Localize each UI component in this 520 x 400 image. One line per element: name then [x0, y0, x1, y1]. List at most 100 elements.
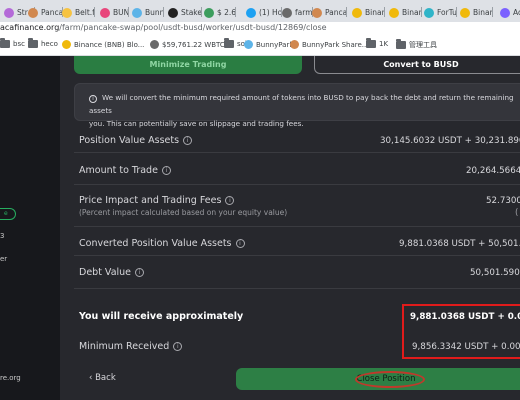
sidebar: e 3 er re.org: [0, 56, 60, 400]
browser-tab[interactable]: Binar: [348, 4, 385, 21]
tab-separator: [235, 7, 237, 17]
bookmark-label: $59,761.22 WBTC...: [162, 40, 232, 49]
tab-favicon-icon: [62, 7, 72, 18]
converted-value-value: 9,881.0368 USDT + 50,501.5901: [399, 239, 520, 249]
tab-label: Belt.f: [75, 8, 95, 17]
url-host: acafinance.org: [0, 23, 60, 32]
price-impact-subtext: (Percent impact calculated based on your…: [79, 208, 288, 217]
bookmark-item[interactable]: $59,761.22 WBTC...: [150, 40, 231, 49]
browser-tab[interactable]: Panca: [308, 4, 348, 21]
browser-tab[interactable]: Belt.f: [58, 4, 95, 21]
bookmark-item[interactable]: bsc: [0, 38, 25, 48]
info-icon[interactable]: i: [225, 196, 235, 205]
browser-tab[interactable]: $ 2.6: [200, 4, 237, 21]
browser-tab[interactable]: Stake: [164, 4, 202, 21]
browser-tab[interactable]: Bunn: [128, 4, 165, 21]
bookmark-label: BunnyPark Share...: [302, 40, 369, 49]
tab-label: Binar: [365, 8, 385, 17]
tab-separator: [491, 7, 493, 17]
tab-favicon-icon: [282, 7, 292, 18]
tab-favicon-icon: [460, 7, 470, 18]
tab-label: Stake: [181, 8, 202, 17]
browser-tab[interactable]: (1) Ho: [242, 4, 283, 21]
amount-to-trade-label: Amount to Trade i: [79, 165, 171, 176]
tab-favicon-icon: [4, 7, 14, 18]
tab-label: Bunn: [145, 8, 165, 17]
info-icon[interactable]: i: [173, 342, 183, 351]
url-text[interactable]: acafinance.org/farm/pancake-swap/pool/us…: [0, 23, 327, 32]
tab-separator: [93, 7, 95, 17]
bookmark-item[interactable]: Binance (BNB) Blo...: [62, 40, 144, 49]
bookmark-item[interactable]: 1K: [366, 38, 389, 48]
minimum-received-label: Minimum Received i: [79, 341, 183, 352]
bookmark-item[interactable]: 管理工具: [396, 39, 437, 50]
debt-value-value: 50,501.5901: [470, 268, 520, 278]
bookmark-label: 1K: [379, 40, 389, 48]
tab-favicon-icon: [246, 7, 256, 18]
converted-value-label: Converted Position Value Assets i: [79, 238, 245, 249]
info-icon[interactable]: i: [135, 268, 145, 277]
tab-favicon-icon: [132, 7, 142, 18]
position-value-label: Position Value Assets i: [79, 135, 193, 146]
notice-line-2: you. This can potentially save on slippa…: [89, 119, 304, 128]
conversion-notice: i We will convert the minimum required am…: [74, 83, 520, 128]
browser-tab[interactable]: ForTu: [420, 4, 457, 21]
notice-line-1: i We will convert the minimum required am…: [89, 93, 514, 115]
annotation-highlight-box: [402, 304, 520, 359]
folder-icon: [0, 38, 10, 48]
sidebar-footer-link[interactable]: re.org: [0, 374, 21, 382]
tab-favicon-icon: [28, 7, 38, 18]
address-bar[interactable]: acafinance.org/farm/pancake-swap/pool/us…: [0, 22, 520, 36]
info-icon[interactable]: i: [183, 136, 193, 145]
browser-tab[interactable]: Binar: [456, 4, 493, 21]
folder-icon: [28, 38, 38, 48]
close-position-button[interactable]: Close Position: [236, 368, 520, 390]
folder-icon: [396, 39, 406, 49]
tab-favicon-icon: [100, 7, 110, 18]
browser-tab-strip: Strat Panca Belt.f BUN Bunn Stake $ 2.6 (1) Ho f…: [0, 0, 520, 22]
info-icon[interactable]: i: [235, 239, 245, 248]
bookmark-item[interactable]: heco: [28, 38, 58, 48]
bookmark-item[interactable]: BunnyPark: [244, 40, 293, 49]
bookmark-favicon-icon: [62, 40, 71, 49]
sidebar-text-1[interactable]: 3: [0, 232, 4, 240]
tab-label: BUN: [113, 8, 130, 17]
browser-tab[interactable]: Binar: [385, 4, 422, 21]
bookmarks-bar: bsc heco Binance (BNB) Blo... $59,761.22 WB…: [0, 36, 520, 56]
price-impact-subvalue: (: [515, 208, 519, 218]
bookmark-label: bsc: [13, 40, 25, 48]
bookmark-item[interactable]: BunnyPark Share...: [290, 40, 368, 49]
row-divider: [74, 226, 520, 227]
back-button[interactable]: ‹ Back: [89, 373, 116, 383]
debt-value-label: Debt Value i: [79, 267, 145, 278]
row-divider: [74, 184, 520, 185]
browser-tab[interactable]: BUN: [96, 4, 130, 21]
price-impact-label: Price Impact and Trading Fees i: [79, 195, 235, 206]
tab-favicon-icon: [352, 7, 362, 18]
convert-to-busd-button[interactable]: Convert to BUSD: [314, 56, 520, 74]
bookmark-label: heco: [41, 40, 58, 48]
folder-icon: [224, 38, 234, 48]
position-value-value: 30,145.6032 USDT + 30,231.8964: [380, 136, 520, 146]
row-divider: [74, 288, 520, 289]
annotation-circle: [355, 371, 425, 388]
info-icon[interactable]: i: [161, 166, 171, 175]
sidebar-text-2[interactable]: er: [0, 255, 7, 263]
tab-favicon-icon: [168, 7, 178, 18]
bookmark-favicon-icon: [150, 40, 159, 49]
tab-favicon-icon: [424, 7, 434, 18]
sidebar-active-chip[interactable]: e: [0, 208, 16, 220]
bookmark-label: Binance (BNB) Blo...: [74, 40, 145, 49]
url-path: /farm/pancake-swap/pool/usdt-busd/worker…: [59, 23, 327, 32]
row-divider: [74, 255, 520, 256]
tab-favicon-icon: [389, 7, 399, 18]
price-impact-value: 52.7300: [486, 196, 520, 206]
tab-label: Panca: [325, 8, 348, 17]
browser-tab[interactable]: Addre: [496, 4, 520, 21]
close-position-modal: Minimize Trading Convert to BUSD i We wil…: [60, 56, 520, 400]
bookmark-label: BunnyPark: [256, 40, 294, 49]
tab-label: Binar: [402, 8, 422, 17]
tab-label: Addre: [513, 8, 520, 17]
minimize-trading-button[interactable]: Minimize Trading: [74, 56, 302, 74]
tab-label: ForTu: [437, 8, 457, 17]
